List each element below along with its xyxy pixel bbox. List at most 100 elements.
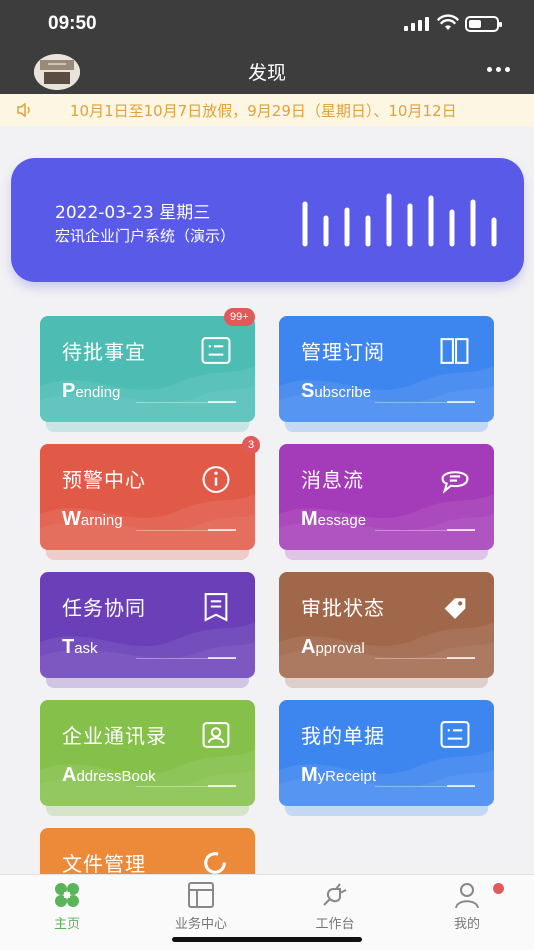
info-icon [202, 466, 230, 493]
tile-divider-accent [208, 401, 236, 403]
tile-subtitle: Message [301, 508, 366, 531]
tile-title: 我的单据 [301, 724, 385, 748]
tile-divider-accent [208, 657, 236, 659]
tag-icon [444, 598, 466, 619]
tile-divider-accent [447, 529, 475, 531]
date-banner: 2022-03-23 星期三 宏讯企业门户系统（演示） [11, 158, 524, 282]
tab-home-label: 主页 [53, 917, 80, 932]
home-grid-icon [55, 883, 79, 907]
status-bar: 09:50 [0, 0, 534, 48]
tile-subtitle: Task [62, 636, 98, 659]
plug-icon [323, 883, 347, 906]
tile-badge: 99+ [224, 308, 255, 326]
tile-subtitle-rest: arning [80, 512, 123, 529]
wave-decoration [40, 622, 255, 678]
tab-workbench-label: 工作台 [315, 917, 355, 932]
tile-pending[interactable]: 待批事宜 Pending [40, 316, 255, 422]
tile-divider-accent [208, 529, 236, 531]
tile-title: 管理订阅 [301, 340, 385, 364]
tab-mine[interactable]: 我的 [400, 881, 534, 932]
tile-subtitle-rest: ending [75, 384, 121, 401]
tile-title: 审批状态 [301, 596, 385, 620]
tile-address-book[interactable]: 企业通讯录 AddressBook [40, 700, 255, 806]
sound-wave-icon [302, 193, 497, 247]
receipt-icon [440, 721, 470, 748]
tile-shadow [46, 806, 249, 816]
tile-subtitle-rest: ask [74, 640, 98, 657]
cell-signal-icon [404, 17, 429, 31]
tile-subtitle-initial: A [301, 636, 316, 658]
wave-decoration [279, 750, 494, 806]
tile-subtitle: AddressBook [62, 764, 156, 787]
tab-home[interactable]: 主页 [0, 881, 134, 932]
tile-shadow [285, 550, 488, 560]
tile-subscribe[interactable]: 管理订阅 Subscribe [279, 316, 494, 422]
banner-date: 2022-03-23 星期三 [55, 203, 211, 223]
tab-workbench[interactable]: 工作台 [268, 881, 402, 932]
tile-title: 任务协同 [62, 596, 146, 620]
tile-subtitle-initial: A [62, 764, 77, 786]
tile-subtitle-rest: pproval [315, 640, 365, 657]
tab-mine-label: 我的 [453, 917, 480, 932]
tile-subtitle: Pending [62, 380, 120, 403]
tile-divider-accent [447, 785, 475, 787]
tile-title: 企业通讯录 [62, 724, 167, 748]
wave-decoration [40, 750, 255, 806]
tile-my-receipt[interactable]: 我的单据 MyReceipt [279, 700, 494, 806]
tile-divider-accent [447, 401, 475, 403]
tile-divider-accent [208, 785, 236, 787]
tile-warning[interactable]: 预警中心 Warning [40, 444, 255, 550]
wave-decoration [279, 622, 494, 678]
user-icon [455, 883, 479, 909]
status-time: 09:50 [48, 13, 97, 34]
book-icon [440, 338, 469, 364]
tile-subtitle-rest: ubscribe [314, 384, 372, 401]
tab-business[interactable]: 业务中心 [134, 881, 268, 932]
tile-title: 预警中心 [62, 468, 146, 492]
tile-shadow [285, 678, 488, 688]
tile-subtitle: Subscribe [301, 380, 371, 403]
tab-business-label: 业务中心 [174, 917, 227, 932]
tile-subtitle-rest: essage [317, 512, 367, 529]
bookmark-icon [204, 593, 228, 622]
tile-subtitle-initial: T [62, 636, 75, 658]
tile-subtitle-initial: W [62, 508, 81, 530]
clipboard-icon [201, 337, 231, 364]
battery-icon [465, 16, 502, 32]
tile-subtitle-rest: ddressBook [76, 768, 156, 785]
tile-subtitle-rest: yReceipt [317, 768, 377, 785]
wave-decoration [40, 494, 255, 550]
notice-text: 10月1日至10月7日放假，9月29日（星期日）、10月12日 [70, 102, 457, 120]
notification-dot [493, 883, 504, 894]
tile-subtitle: Approval [301, 636, 365, 659]
wave-decoration [279, 494, 494, 550]
tile-title: 消息流 [301, 468, 364, 492]
wave-decoration [40, 366, 255, 422]
tile-subtitle: MyReceipt [301, 764, 376, 787]
banner-company: 宏讯企业门户系统（演示） [55, 227, 236, 245]
tile-subtitle-initial: M [301, 764, 318, 786]
page-title: 发现 [247, 62, 286, 84]
more-options-icon[interactable] [487, 67, 510, 72]
tile-subtitle-initial: S [301, 380, 315, 402]
tile-subtitle-initial: P [62, 380, 76, 402]
tile-approval[interactable]: 审批状态 Approval [279, 572, 494, 678]
tile-title: 文件管理 [62, 852, 146, 876]
notice-bar[interactable]: 10月1日至10月7日放假，9月29日（星期日）、10月12日 [0, 94, 534, 126]
tile-shadow [46, 422, 249, 432]
tile-shadow [285, 422, 488, 432]
tile-shadow [285, 806, 488, 816]
chat-icon [441, 471, 469, 494]
wave-decoration [279, 366, 494, 422]
tile-subtitle: Warning [62, 508, 123, 531]
wifi-icon [437, 14, 459, 30]
tile-divider-accent [447, 657, 475, 659]
tile-shadow [46, 550, 249, 560]
tile-message[interactable]: 消息流 Message [279, 444, 494, 550]
nav-bar: 发现 [0, 48, 534, 94]
tile-title: 待批事宜 [62, 340, 146, 364]
tile-subtitle-initial: M [301, 508, 318, 530]
tile-task[interactable]: 任务协同 Task [40, 572, 255, 678]
tile-shadow [46, 678, 249, 688]
contacts-icon [202, 722, 230, 748]
